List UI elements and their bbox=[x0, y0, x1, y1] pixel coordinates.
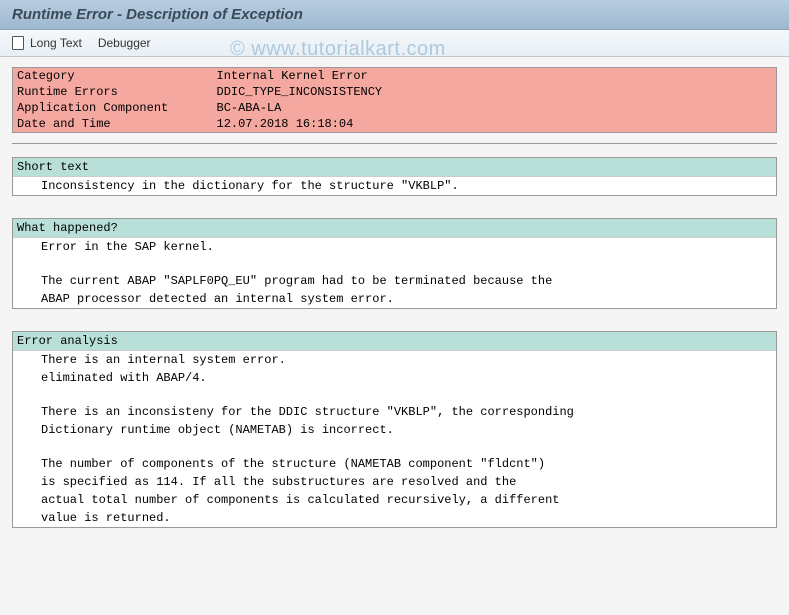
section-line: There is an inconsisteny for the DDIC st… bbox=[13, 403, 776, 421]
datetime-label: Date and Time bbox=[13, 116, 213, 133]
error-info-table: Category Internal Kernel Error Runtime E… bbox=[12, 67, 777, 133]
error-analysis-section: Error analysis There is an internal syst… bbox=[12, 331, 777, 528]
debugger-button[interactable]: Debugger bbox=[98, 36, 151, 50]
section-line: Inconsistency in the dictionary for the … bbox=[13, 177, 776, 195]
content-area: Category Internal Kernel Error Runtime E… bbox=[0, 57, 789, 560]
section-header: What happened? bbox=[13, 218, 776, 238]
section-line bbox=[13, 387, 776, 403]
section-header: Short text bbox=[13, 157, 776, 177]
section-line: eliminated with ABAP/4. bbox=[13, 369, 776, 387]
datetime-value: 12.07.2018 16:18:04 bbox=[213, 116, 777, 133]
long-text-label: Long Text bbox=[30, 36, 82, 50]
long-text-button[interactable]: Long Text bbox=[10, 35, 82, 51]
runtime-errors-label: Runtime Errors bbox=[13, 84, 213, 100]
section-body: Inconsistency in the dictionary for the … bbox=[13, 177, 776, 195]
table-row: Runtime Errors DDIC_TYPE_INCONSISTENCY bbox=[13, 84, 777, 100]
section-line: is specified as 114. If all the substruc… bbox=[13, 473, 776, 491]
category-label: Category bbox=[13, 68, 213, 85]
document-icon bbox=[10, 35, 26, 51]
section-line bbox=[13, 439, 776, 455]
table-row: Category Internal Kernel Error bbox=[13, 68, 777, 85]
section-line: ABAP processor detected an internal syst… bbox=[13, 290, 776, 308]
category-value: Internal Kernel Error bbox=[213, 68, 777, 85]
section-line: value is returned. bbox=[13, 509, 776, 527]
section-body: Error in the SAP kernel. The current ABA… bbox=[13, 238, 776, 308]
divider bbox=[12, 143, 777, 149]
section-line: Error in the SAP kernel. bbox=[13, 238, 776, 256]
section-line: Dictionary runtime object (NAMETAB) is i… bbox=[13, 421, 776, 439]
section-line: There is an internal system error. bbox=[13, 351, 776, 369]
app-component-label: Application Component bbox=[13, 100, 213, 116]
section-body: There is an internal system error. elimi… bbox=[13, 351, 776, 527]
app-component-value: BC-ABA-LA bbox=[213, 100, 777, 116]
runtime-errors-value: DDIC_TYPE_INCONSISTENCY bbox=[213, 84, 777, 100]
what-happened-section: What happened? Error in the SAP kernel. … bbox=[12, 218, 777, 309]
section-line bbox=[13, 256, 776, 272]
section-line: actual total number of components is cal… bbox=[13, 491, 776, 509]
section-header: Error analysis bbox=[13, 331, 776, 351]
table-row: Application Component BC-ABA-LA bbox=[13, 100, 777, 116]
section-line: The current ABAP "SAPLF0PQ_EU" program h… bbox=[13, 272, 776, 290]
short-text-section: Short text Inconsistency in the dictiona… bbox=[12, 157, 777, 196]
section-line: The number of components of the structur… bbox=[13, 455, 776, 473]
toolbar: Long Text Debugger bbox=[0, 30, 789, 57]
title-bar: Runtime Error - Description of Exception bbox=[0, 0, 789, 30]
table-row: Date and Time 12.07.2018 16:18:04 bbox=[13, 116, 777, 133]
debugger-label: Debugger bbox=[98, 36, 151, 50]
page-title: Runtime Error - Description of Exception bbox=[12, 6, 303, 23]
